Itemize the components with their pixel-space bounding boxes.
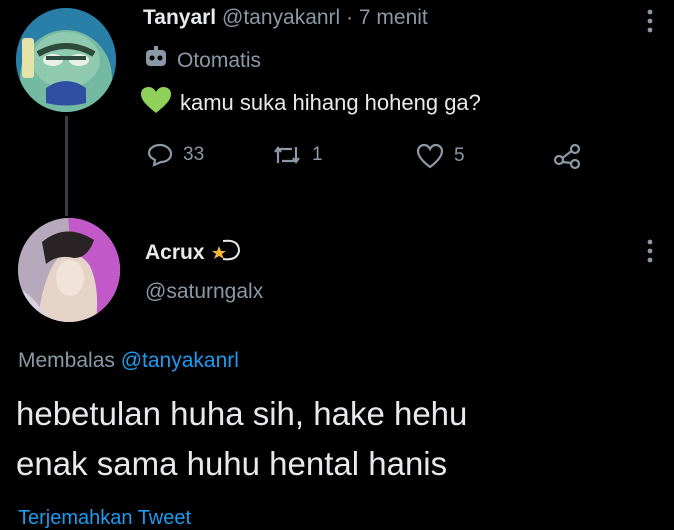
more-icon[interactable] bbox=[644, 8, 656, 39]
translate-tweet-link[interactable]: Terjemahkan Tweet bbox=[18, 507, 191, 530]
tweet-display-name[interactable]: Tanyarl bbox=[143, 6, 216, 29]
reply-text-line: hebetulan huha sih, hake hehu bbox=[16, 395, 468, 432]
share-icon[interactable] bbox=[553, 142, 583, 175]
tweet-avatar[interactable] bbox=[16, 8, 116, 112]
replying-prefix: Membalas bbox=[18, 349, 115, 372]
replying-to-row: Membalas @tanyakanrl bbox=[18, 349, 239, 373]
like-count: 5 bbox=[454, 145, 465, 166]
reply-text: hebetulan huha sih, hake hehu enak sama … bbox=[16, 389, 467, 489]
like-action[interactable]: 5 bbox=[416, 143, 465, 169]
replying-to-link[interactable]: @tanyakanrl bbox=[121, 349, 239, 372]
tweet-handle[interactable]: @tanyakanrl bbox=[222, 6, 340, 29]
automated-label: Otomatis bbox=[177, 49, 262, 72]
tweet-text: kamu suka hihang hoheng ga? bbox=[180, 90, 481, 115]
reply-text-line: enak sama huhu hental hanis bbox=[16, 445, 448, 482]
green-heart-icon bbox=[140, 86, 172, 120]
robot-icon bbox=[143, 46, 169, 76]
retweet-icon bbox=[272, 143, 302, 167]
retweet-action[interactable]: 1 bbox=[272, 143, 323, 167]
reply-name-row: Acrux bbox=[145, 237, 243, 269]
thread-line bbox=[65, 116, 68, 216]
avatar-image bbox=[18, 218, 120, 322]
tweet-text-row: kamu suka hihang hoheng ga? bbox=[140, 86, 481, 120]
like-icon bbox=[416, 143, 444, 169]
shooting-star-icon bbox=[209, 237, 243, 269]
reply-count: 33 bbox=[183, 144, 205, 165]
tweet-time[interactable]: 7 menit bbox=[359, 6, 428, 29]
avatar-image bbox=[16, 8, 116, 112]
reply-handle[interactable]: @saturngalx bbox=[145, 280, 263, 304]
more-icon[interactable] bbox=[644, 238, 656, 269]
tweet-separator: · bbox=[346, 6, 354, 29]
reply-display-name[interactable]: Acrux bbox=[145, 241, 205, 265]
retweet-count: 1 bbox=[312, 144, 323, 165]
reply-icon bbox=[147, 143, 173, 167]
automated-row: Otomatis bbox=[143, 46, 261, 76]
reply-action[interactable]: 33 bbox=[147, 143, 204, 167]
tweet-header: Tanyarl @tanyakanrl · 7 menit bbox=[143, 6, 428, 30]
reply-avatar[interactable] bbox=[18, 218, 120, 322]
